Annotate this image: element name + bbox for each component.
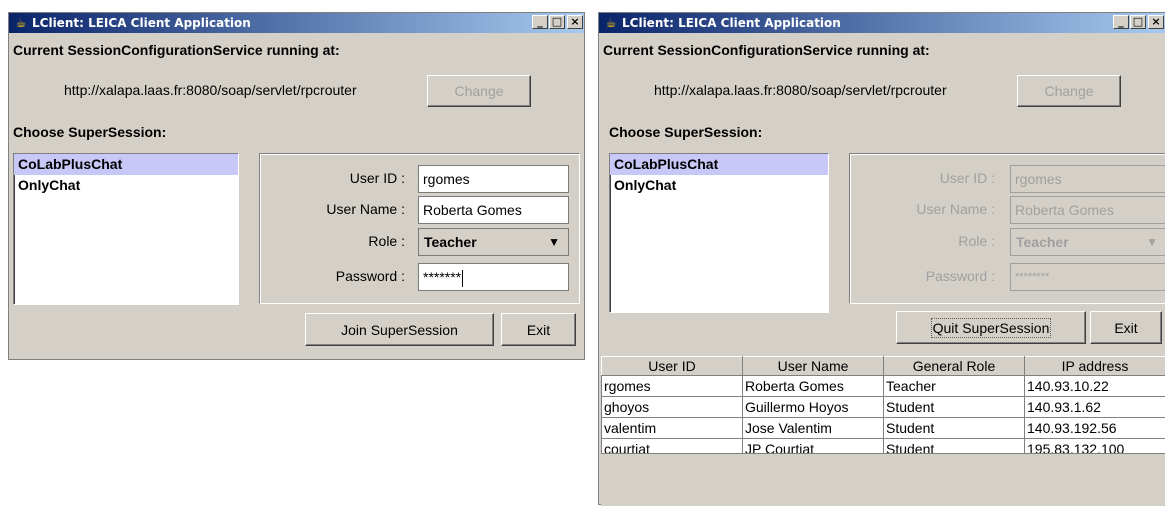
list-item[interactable]: CoLabPlusChat <box>610 154 828 175</box>
quit-supersession-button[interactable]: Quit SuperSession <box>896 311 1086 344</box>
role-value: Teacher <box>424 234 477 250</box>
table-cell: rgomes <box>602 376 743 397</box>
user-form-panel: User ID : rgomes User Name : Roberta Gom… <box>259 153 580 304</box>
maximize-icon[interactable]: □ <box>1130 15 1146 29</box>
users-table: User ID User Name General Role IP addres… <box>601 356 1165 460</box>
userid-field[interactable]: rgomes <box>418 165 569 193</box>
table-cell: Student <box>884 418 1025 439</box>
supersession-list[interactable]: CoLabPlusChat OnlyChat <box>13 153 239 305</box>
service-url: http://xalapa.laas.fr:8080/soap/servlet/… <box>64 82 357 98</box>
table-cell: Student <box>884 397 1025 418</box>
chevron-down-icon[interactable]: ▼ <box>548 229 560 255</box>
login-window: ☕ LClient: LEICA Client Application _ □ … <box>8 12 585 360</box>
table-cell: Roberta Gomes <box>743 376 884 397</box>
maximize-icon[interactable]: □ <box>549 15 565 29</box>
table-cell: valentim <box>602 418 743 439</box>
password-label: Password : <box>336 268 405 284</box>
role-label: Role : <box>958 233 995 249</box>
table-cell: 140.93.1.62 <box>1025 397 1165 418</box>
username-field[interactable]: Roberta Gomes <box>418 196 569 224</box>
username-label: User Name : <box>326 201 405 217</box>
table-cell: Jose Valentim <box>743 418 884 439</box>
minimize-icon[interactable]: _ <box>532 15 548 29</box>
userid-label: User ID : <box>940 170 995 186</box>
text-caret <box>462 270 463 287</box>
change-button[interactable]: Change <box>427 75 531 107</box>
title-bar[interactable]: ☕ LClient: LEICA Client Application _ □ … <box>9 13 584 33</box>
role-value: Teacher <box>1016 234 1069 250</box>
table-cell: 140.93.192.56 <box>1025 418 1165 439</box>
java-coffee-icon: ☕ <box>14 16 28 30</box>
userid-label: User ID : <box>350 170 405 186</box>
supersession-list[interactable]: CoLabPlusChat OnlyChat <box>609 153 829 313</box>
window-title: LClient: LEICA Client Application <box>32 16 251 30</box>
table-row[interactable]: rgomes Roberta Gomes Teacher 140.93.10.2… <box>602 376 1165 397</box>
window-title: LClient: LEICA Client Application <box>622 16 841 30</box>
table-row[interactable]: ghoyos Guillermo Hoyos Student 140.93.1.… <box>602 397 1165 418</box>
role-select[interactable]: Teacher ▼ <box>418 228 569 256</box>
service-url: http://xalapa.laas.fr:8080/soap/servlet/… <box>654 82 947 98</box>
table-cell: ghoyos <box>602 397 743 418</box>
minimize-icon[interactable]: _ <box>1113 15 1129 29</box>
table-cell: 140.93.10.22 <box>1025 376 1165 397</box>
column-header[interactable]: IP address <box>1025 357 1165 376</box>
session-window: ☕ LClient: LEICA Client Application _ □ … <box>598 12 1165 505</box>
java-coffee-icon: ☕ <box>604 16 618 30</box>
role-select: Teacher ▼ <box>1010 228 1165 256</box>
close-icon[interactable]: × <box>567 15 583 29</box>
username-field: Roberta Gomes <box>1010 196 1165 224</box>
column-header[interactable]: General Role <box>884 357 1025 376</box>
username-label: User Name : <box>916 201 995 217</box>
password-field[interactable]: ******* <box>418 263 569 291</box>
close-icon[interactable]: × <box>1148 15 1164 29</box>
list-item[interactable]: CoLabPlusChat <box>14 154 238 175</box>
table-cell: Teacher <box>884 376 1025 397</box>
change-button[interactable]: Change <box>1017 75 1121 107</box>
column-header[interactable]: User ID <box>602 357 743 376</box>
password-label: Password : <box>926 268 995 284</box>
table-header-row: User ID User Name General Role IP addres… <box>602 357 1165 376</box>
user-form-panel: User ID : rgomes User Name : Roberta Gom… <box>849 153 1165 304</box>
join-supersession-button[interactable]: Join SuperSession <box>305 313 494 346</box>
column-header[interactable]: User Name <box>743 357 884 376</box>
userid-field: rgomes <box>1010 165 1165 193</box>
choose-supersession-label: Choose SuperSession: <box>13 124 166 140</box>
role-label: Role : <box>368 233 405 249</box>
choose-supersession-label: Choose SuperSession: <box>609 124 762 140</box>
table-row[interactable]: valentim Jose Valentim Student 140.93.19… <box>602 418 1165 439</box>
password-field: ******** <box>1010 263 1165 291</box>
table-cell: Guillermo Hoyos <box>743 397 884 418</box>
service-heading: Current SessionConfigurationService runn… <box>13 42 340 58</box>
service-heading: Current SessionConfigurationService runn… <box>603 42 930 58</box>
exit-button[interactable]: Exit <box>501 313 576 346</box>
chevron-down-icon: ▼ <box>1146 229 1158 255</box>
exit-button[interactable]: Exit <box>1090 311 1162 344</box>
title-bar[interactable]: ☕ LClient: LEICA Client Application _ □ … <box>599 13 1165 33</box>
list-item[interactable]: OnlyChat <box>14 175 238 196</box>
table-empty-area <box>601 453 1165 506</box>
list-item[interactable]: OnlyChat <box>610 175 828 196</box>
